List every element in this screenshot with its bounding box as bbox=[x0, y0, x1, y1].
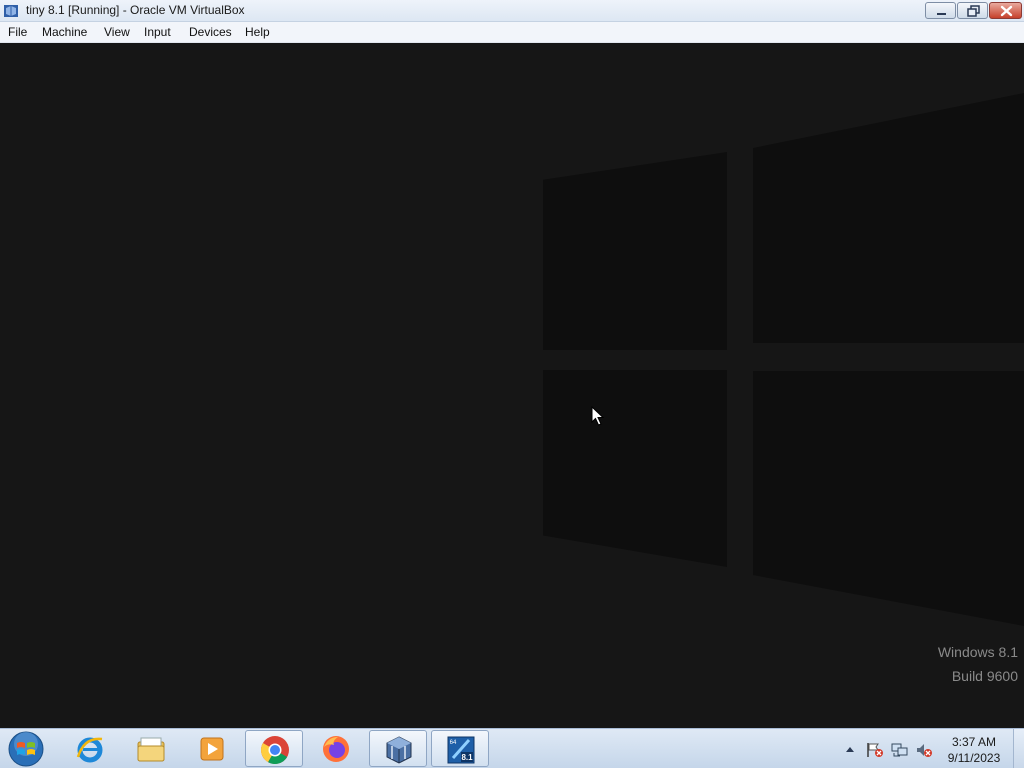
menu-help[interactable]: Help bbox=[245, 25, 270, 39]
menu-input[interactable]: Input bbox=[144, 25, 171, 39]
firefox-icon bbox=[323, 736, 349, 762]
minimize-icon bbox=[937, 13, 946, 15]
menu-devices[interactable]: Devices bbox=[189, 25, 232, 39]
virtualbox-icon bbox=[386, 736, 412, 764]
windows-logo-pane-top-right bbox=[753, 93, 1024, 343]
restore-button[interactable] bbox=[957, 2, 988, 19]
clock-time: 3:37 AM bbox=[951, 735, 997, 749]
media-player-icon bbox=[200, 737, 224, 761]
os-version-watermark: Windows 8.1 bbox=[937, 644, 1018, 660]
internet-explorer-icon bbox=[76, 737, 103, 763]
window-title: tiny 8.1 [Running] - Oracle VM VirtualBo… bbox=[26, 3, 245, 17]
vm-guest-display[interactable]: Windows 8.1 Build 9600 bbox=[0, 43, 1024, 728]
file-explorer-icon bbox=[137, 737, 165, 762]
taskbar-firefox[interactable] bbox=[307, 730, 365, 767]
taskbar-virtualbox[interactable] bbox=[369, 730, 427, 767]
clock-date: 9/11/2023 bbox=[947, 751, 1001, 765]
menu-machine[interactable]: Machine bbox=[42, 25, 87, 39]
menu-file[interactable]: File bbox=[8, 25, 27, 39]
maximize-icon bbox=[967, 5, 980, 17]
windows-logo-pane-bottom-left bbox=[543, 370, 727, 567]
taskbar-media-player[interactable] bbox=[183, 730, 241, 767]
os-build-watermark: Build 9600 bbox=[951, 668, 1018, 684]
taskbar-file-explorer[interactable] bbox=[122, 730, 180, 767]
windows-8-1-vm-icon: 8.1 64 bbox=[447, 736, 475, 764]
virtualbox-icon bbox=[4, 5, 18, 17]
close-icon bbox=[1000, 5, 1013, 17]
taskbar-chrome[interactable] bbox=[245, 730, 303, 767]
host-taskbar: 8.1 64 3:37 AM 9/11/2023 bbox=[0, 728, 1024, 768]
volume-muted-icon[interactable] bbox=[915, 742, 933, 758]
taskbar-internet-explorer[interactable] bbox=[61, 730, 119, 767]
windows-logo-pane-top-left bbox=[543, 152, 727, 350]
mouse-pointer-icon bbox=[591, 406, 605, 426]
close-button[interactable] bbox=[989, 2, 1022, 19]
show-hidden-icons-arrow[interactable] bbox=[845, 745, 855, 753]
menu-view[interactable]: View bbox=[104, 25, 130, 39]
svg-text:64: 64 bbox=[450, 740, 457, 746]
menu-bar: File Machine View Input Devices Help bbox=[0, 22, 1024, 43]
windows-logo-pane-bottom-right bbox=[753, 371, 1024, 626]
windows-start-orb-icon[interactable] bbox=[7, 730, 45, 768]
action-center-flag-icon[interactable] bbox=[866, 742, 884, 758]
taskbar-windows-8-1-vm[interactable]: 8.1 64 bbox=[431, 730, 489, 767]
network-icon[interactable] bbox=[891, 742, 909, 758]
chrome-icon bbox=[261, 736, 289, 764]
window-title-bar[interactable]: tiny 8.1 [Running] - Oracle VM VirtualBo… bbox=[0, 0, 1024, 22]
system-clock[interactable]: 3:37 AM 9/11/2023 bbox=[940, 734, 1008, 766]
show-desktop-button[interactable] bbox=[1013, 729, 1024, 768]
minimize-button[interactable] bbox=[925, 2, 956, 19]
svg-text:8.1: 8.1 bbox=[461, 753, 473, 762]
